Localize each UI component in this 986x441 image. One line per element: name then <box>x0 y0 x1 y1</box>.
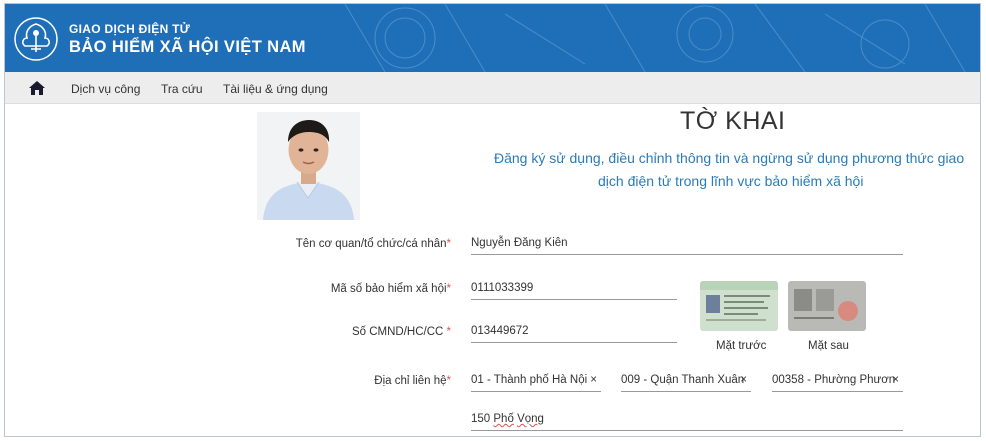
province-select[interactable]: 01 - Thành phố Hà Nội × <box>471 370 601 392</box>
bhxh-number-label: Mã số bảo hiểm xã hội* <box>330 283 451 295</box>
form-subtitle-line-1: Đăng ký sử dụng, điều chỉnh thông tin và… <box>494 150 965 166</box>
id-back-label: Mặt sau <box>808 340 849 352</box>
clear-icon[interactable]: × <box>740 374 747 386</box>
brand-line-2: BẢO HIỂM XÃ HỘI VIỆT NAM <box>69 38 306 56</box>
required-mark: * <box>446 375 451 387</box>
id-number-label: Số CMND/HC/CC * <box>351 326 451 338</box>
district-select[interactable]: 009 - Quận Thanh Xuân × <box>621 370 751 392</box>
org-name-field[interactable]: Nguyễn Đăng Kiên <box>471 233 903 255</box>
id-front-label: Mặt trước <box>716 340 767 352</box>
home-icon[interactable] <box>28 80 46 96</box>
nav-item-tra-cuu[interactable]: Tra cứu <box>161 82 203 96</box>
street-address-field[interactable]: 150 Phố Vọng <box>471 409 903 431</box>
form-title: TỜ KHAI <box>680 107 786 135</box>
app-frame: GIAO DỊCH ĐIỆN TỬ BẢO HIỂM XÃ HỘI VIỆT N… <box>4 3 981 437</box>
clear-icon[interactable]: × <box>892 374 899 386</box>
id-number-field[interactable]: 013449672 <box>471 321 677 343</box>
nav-item-dich-vu-cong[interactable]: Dịch vụ công <box>71 82 140 96</box>
clear-icon[interactable]: × <box>590 374 597 386</box>
main-nav: Dịch vụ công Tra cứu Tài liệu & ứng dụng <box>5 72 980 104</box>
required-mark: * <box>446 326 451 338</box>
site-header: GIAO DỊCH ĐIỆN TỬ BẢO HIỂM XÃ HỘI VIỆT N… <box>5 4 980 72</box>
brand-line-1: GIAO DỊCH ĐIỆN TỬ <box>69 22 191 36</box>
vss-logo-icon <box>14 17 58 61</box>
nav-item-tai-lieu[interactable]: Tài liệu & ứng dụng <box>223 82 328 96</box>
bhxh-number-field[interactable]: 0111033399 <box>471 278 677 300</box>
id-card-front-image[interactable] <box>700 281 778 331</box>
ward-select[interactable]: 00358 - Phường Phươn × <box>772 370 903 392</box>
header-pattern <box>344 4 966 72</box>
applicant-photo <box>257 112 360 220</box>
id-card-back-image[interactable] <box>788 281 866 331</box>
required-mark: * <box>446 238 451 250</box>
address-label: Địa chỉ liên hệ* <box>374 375 451 387</box>
required-mark: * <box>446 283 451 295</box>
org-name-label: Tên cơ quan/tổ chức/cá nhân* <box>295 238 451 250</box>
form-subtitle-line-2: dịch điện tử trong lĩnh vực bảo hiểm xã … <box>598 173 864 189</box>
